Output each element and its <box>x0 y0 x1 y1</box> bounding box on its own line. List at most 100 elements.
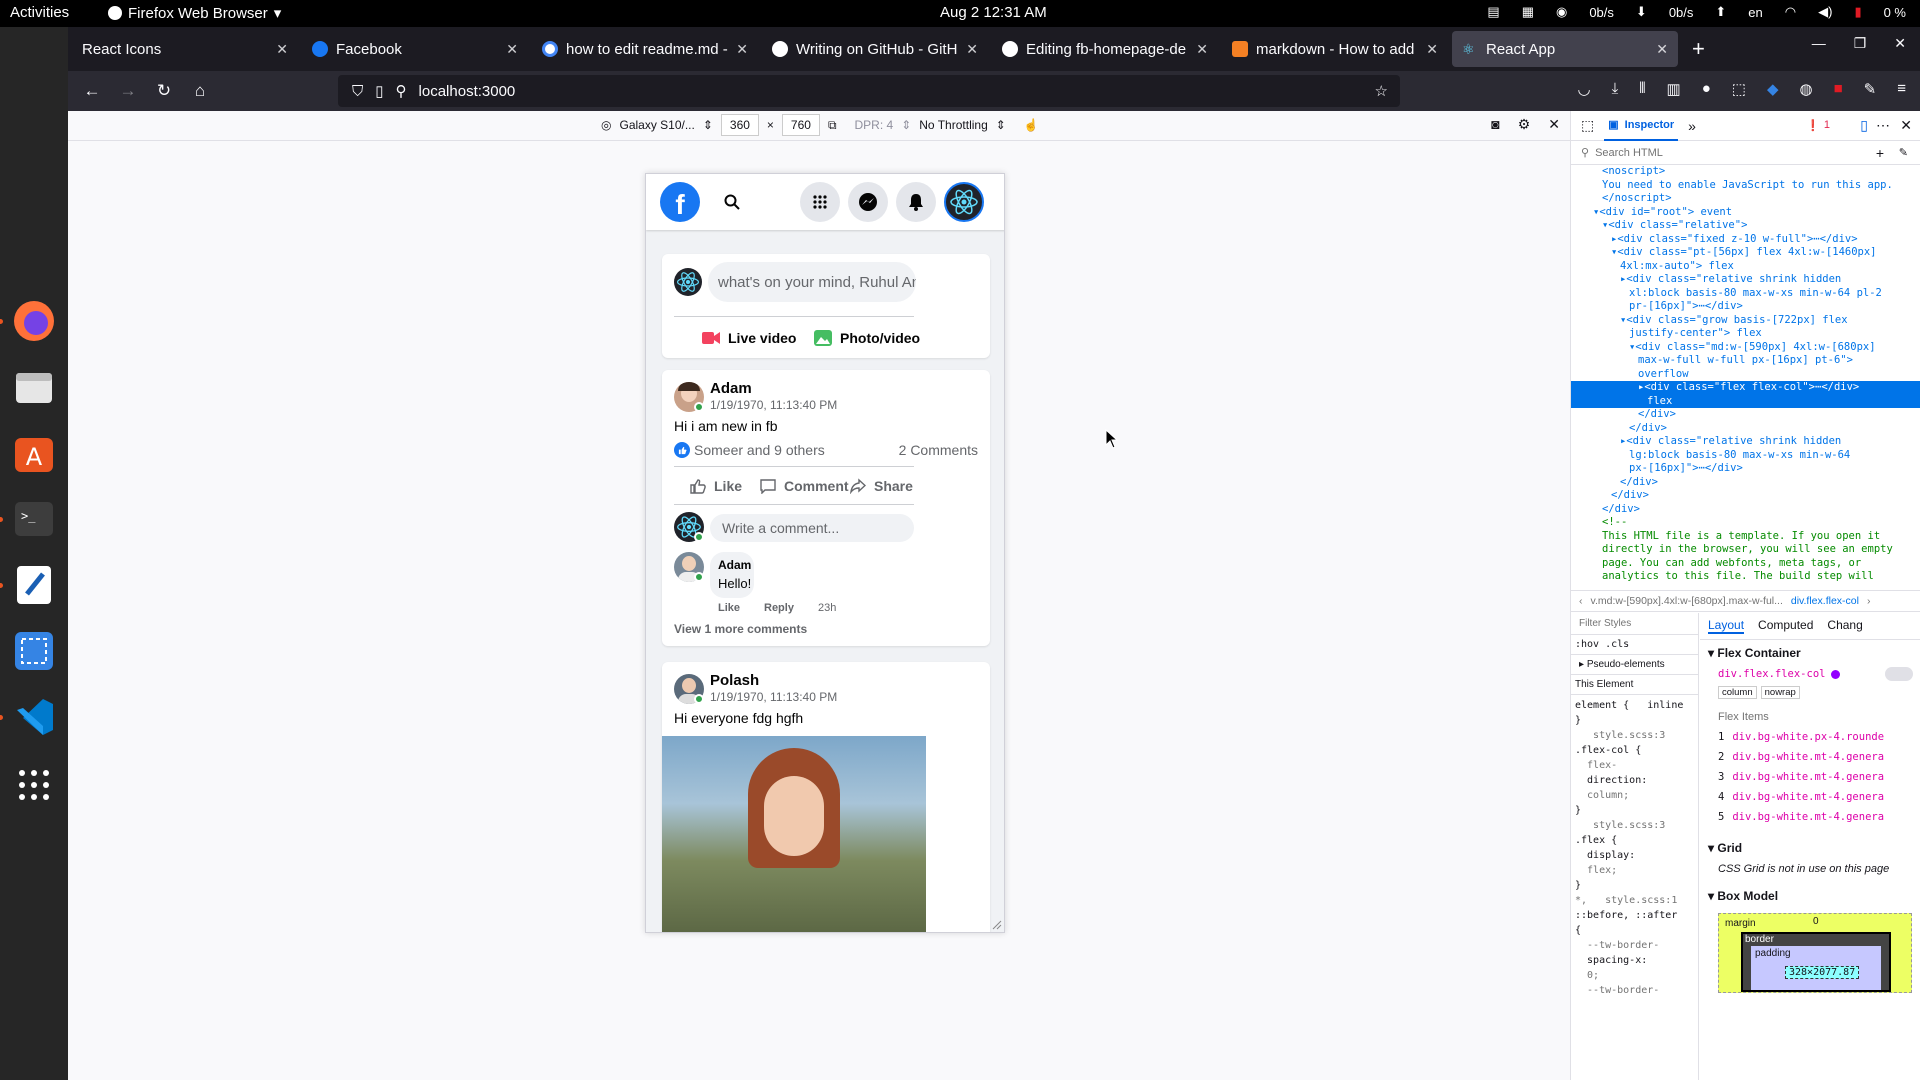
back-icon[interactable]: ← <box>76 75 108 107</box>
pseudo-elements-section[interactable]: ▸ Pseudo-elements <box>1571 655 1698 675</box>
markup-line[interactable]: </noscript> <box>1571 192 1920 206</box>
post-author[interactable]: Adam <box>710 380 752 397</box>
like-button[interactable]: Like <box>690 478 742 494</box>
close-devtools-icon[interactable]: ✕ <box>1900 117 1912 134</box>
tab-facebook[interactable]: Facebook ✕ <box>302 31 528 67</box>
flex-item[interactable]: 4 div.bg-white.mt-4.genera <box>1700 787 1920 807</box>
close-tab-icon[interactable]: ✕ <box>966 41 978 58</box>
markup-line[interactable]: directly in the browser, you will see an… <box>1571 543 1920 557</box>
markup-view[interactable]: <noscript> You need to enable JavaScript … <box>1571 165 1920 590</box>
post-timestamp[interactable]: 1/19/1970, 11:13:40 PM <box>710 690 837 704</box>
globe-icon[interactable]: ◍ <box>1800 80 1813 98</box>
breadcrumb-path[interactable]: v.md:w-[590px].4xl:w-[680px].max-w-ful..… <box>1591 595 1783 607</box>
css-rule-line[interactable]: flex- <box>1575 758 1694 773</box>
css-rule-line[interactable]: { <box>1575 923 1694 938</box>
settings-gear-icon[interactable]: ⚙ <box>1518 116 1531 133</box>
markup-line[interactable]: You need to enable JavaScript to run thi… <box>1571 179 1920 193</box>
markup-line[interactable]: ▸<div class="flex flex-col">⋯</div> <box>1571 381 1920 395</box>
reload-icon[interactable]: ↻ <box>148 75 180 107</box>
post-author[interactable]: Polash <box>710 672 759 689</box>
forward-icon[interactable]: → <box>112 75 144 107</box>
markup-line[interactable]: ▾<div class="grow basis-[722px] flex <box>1571 314 1920 328</box>
css-rule-line[interactable]: .flex-col { <box>1575 743 1694 758</box>
add-node-icon[interactable]: + <box>1876 145 1884 161</box>
breadcrumb-next-icon[interactable]: › <box>1867 595 1871 607</box>
markup-line[interactable]: max-w-full w-full px-[16px] pt-6"> <box>1571 354 1920 368</box>
touch-simulation-icon[interactable]: ☝ <box>1024 118 1039 132</box>
markup-line[interactable]: justify-center"> flex <box>1571 327 1920 341</box>
search-icon[interactable] <box>712 182 752 222</box>
eyedropper-icon[interactable]: ✎ <box>1864 80 1877 98</box>
filter-styles-input[interactable]: Filter Styles <box>1571 613 1698 635</box>
dock-files[interactable] <box>10 363 58 411</box>
battery-icon[interactable]: ▮ <box>1854 4 1861 20</box>
markup-line[interactable]: xl:block basis-80 max-w-xs min-w-64 pl-2 <box>1571 287 1920 301</box>
flex-item[interactable]: 3 div.bg-white.mt-4.genera <box>1700 767 1920 787</box>
breadcrumb-prev-icon[interactable]: ‹ <box>1579 595 1583 607</box>
viewport-width-input[interactable]: 360 <box>720 114 759 136</box>
markup-line[interactable]: </div> <box>1571 489 1920 503</box>
dock-side-icon[interactable]: ▯ <box>1860 117 1868 134</box>
resize-handle-icon[interactable] <box>992 920 1002 930</box>
close-rdm-icon[interactable]: ✕ <box>1548 116 1560 133</box>
tab-google[interactable]: how to edit readme.md - ✕ <box>532 31 758 67</box>
markup-line[interactable]: 4xl:mx-auto"> flex <box>1571 260 1920 274</box>
flex-container-header[interactable]: ▾ Flex Container <box>1700 640 1920 666</box>
post-timestamp[interactable]: 1/19/1970, 11:13:40 PM <box>710 398 837 412</box>
extension-icon[interactable]: ■ <box>1834 80 1843 98</box>
markup-line[interactable]: ▸<div class="relative shrink hidden <box>1571 273 1920 287</box>
reactions-summary[interactable]: Someer and 9 others <box>694 442 825 458</box>
markup-line[interactable]: pr-[16px]">⋯</div> <box>1571 300 1920 314</box>
css-rule-line[interactable]: element { inline <box>1575 698 1694 713</box>
markup-line[interactable]: </div> <box>1571 476 1920 490</box>
dpr-selector[interactable]: DPR: 4 <box>855 118 894 132</box>
drive-icon[interactable]: ▦ <box>1522 4 1534 20</box>
markup-line[interactable]: ▸<div class="fixed z-10 w-full">⋯</div> <box>1571 233 1920 247</box>
markup-line[interactable]: </div> <box>1571 408 1920 422</box>
flex-highlighter-toggle[interactable] <box>1885 667 1913 681</box>
eyedropper-icon[interactable]: ✎ <box>1899 146 1908 159</box>
close-tab-icon[interactable]: ✕ <box>276 41 288 58</box>
markup-line[interactable]: <noscript> <box>1571 165 1920 179</box>
close-tab-icon[interactable]: ✕ <box>1426 41 1438 58</box>
comment-like-link[interactable]: Like <box>718 602 740 614</box>
box-model-header[interactable]: ▾ Box Model <box>1700 883 1920 909</box>
tab-computed[interactable]: Computed <box>1758 618 1813 634</box>
system-tray[interactable]: ▤ ▦ ◉ 0b/s ⬇ 0b/s ⬆ en ◠ ◀) ▮ 0 % <box>1487 4 1906 20</box>
notifications-bell-icon[interactable] <box>896 182 936 222</box>
language-indicator[interactable]: en <box>1748 5 1762 20</box>
dock-show-apps[interactable] <box>10 761 58 809</box>
tab-react-icons[interactable]: React Icons ✕ <box>72 31 298 67</box>
tab-github-editing[interactable]: Editing fb-homepage-de ✕ <box>992 31 1218 67</box>
close-tab-icon[interactable]: ✕ <box>1656 41 1668 58</box>
comment-reply-link[interactable]: Reply <box>764 602 794 614</box>
markup-line[interactable]: <!-- <box>1571 516 1920 530</box>
more-tools-icon[interactable]: » <box>1688 118 1696 134</box>
downloads-icon[interactable]: ⤓ <box>1612 80 1619 98</box>
comments-count[interactable]: 2 Comments <box>899 442 978 458</box>
css-rule-line[interactable]: direction: <box>1575 773 1694 788</box>
css-rule-line[interactable]: *, style.scss:1 <box>1575 893 1694 908</box>
comment-button[interactable]: Comment <box>760 478 849 494</box>
tab-stackoverflow[interactable]: markdown - How to add ✕ <box>1222 31 1448 67</box>
comment-author[interactable]: Adam <box>718 558 751 572</box>
clock[interactable]: Aug 2 12:31 AM <box>940 4 1047 21</box>
tab-github-writing[interactable]: Writing on GitHub - GitHu ✕ <box>762 31 988 67</box>
minimize-icon[interactable]: — <box>1812 35 1826 52</box>
dock-vscode[interactable] <box>0 693 58 741</box>
markup-line[interactable]: page. You can add webfonts, meta tags, o… <box>1571 557 1920 571</box>
markup-line[interactable]: lg:block basis-80 max-w-xs min-w-64 <box>1571 449 1920 463</box>
css-rule-line[interactable]: } <box>1575 713 1694 728</box>
devtools-menu-icon[interactable]: ⋯ <box>1876 117 1890 134</box>
markup-line[interactable]: ▸<div class="relative shrink hidden <box>1571 435 1920 449</box>
device-selector[interactable]: Galaxy S10/... <box>619 118 694 132</box>
css-rule-line[interactable]: .flex { <box>1575 833 1694 848</box>
markup-line[interactable]: </div> <box>1571 503 1920 517</box>
error-counter[interactable]: ❗ 1 <box>1806 119 1830 132</box>
tab-changes[interactable]: Chang <box>1827 618 1862 634</box>
composer-input[interactable]: what's on your mind, Ruhul Amin' <box>708 262 916 302</box>
live-video-button[interactable]: Live video <box>702 330 796 346</box>
activities-button[interactable]: Activities <box>10 4 69 21</box>
extension-icon[interactable]: ● <box>1702 80 1711 98</box>
css-rule-line[interactable]: column; <box>1575 788 1694 803</box>
